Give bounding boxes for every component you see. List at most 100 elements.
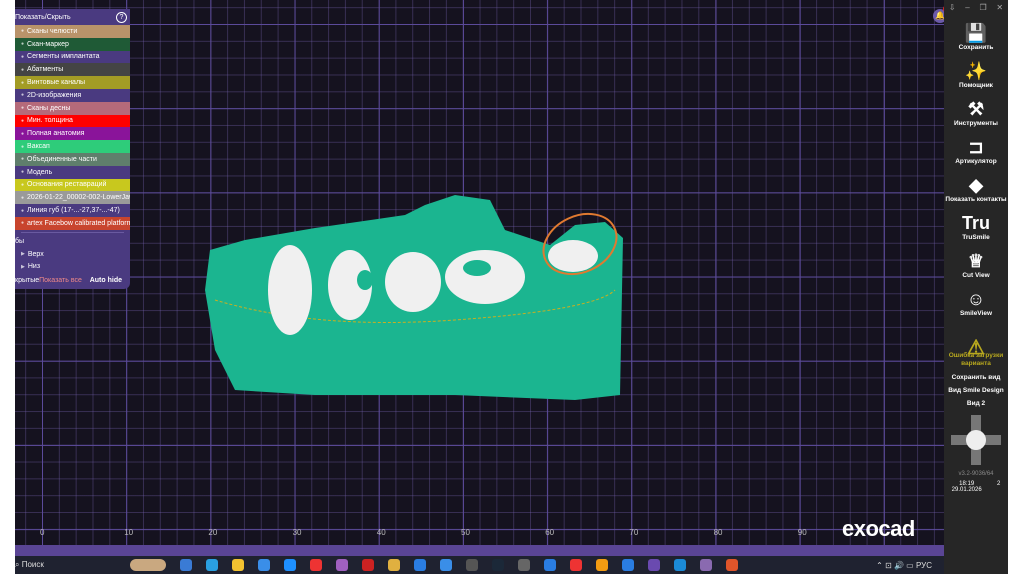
expand-icon: ● <box>21 117 25 124</box>
notification-center-icon[interactable]: 2 <box>997 481 1000 493</box>
tool-label: Показать контакты <box>945 196 1007 203</box>
ruler-label: 50 <box>461 528 470 537</box>
ruler-label: 0 <box>40 528 45 537</box>
tool-icon: ⊐ <box>968 137 984 157</box>
search-box[interactable]: ⌕ Поиск <box>15 560 123 570</box>
layer-toggle[interactable]: ● Линия губ (17-...-27,37-...-47) <box>15 204 130 217</box>
expand-icon: ● <box>21 41 25 48</box>
layer-toggle[interactable]: ● Вакcап <box>15 140 130 153</box>
system-tray[interactable]: ⌃ ⊡ 🔊 ▭ РУС <box>876 561 932 570</box>
tool-button[interactable]: Tru TruSmile <box>944 212 1008 242</box>
jaw-model[interactable] <box>15 0 944 545</box>
taskbar-app-icon[interactable] <box>622 559 634 571</box>
expand-icon: ● <box>21 53 25 60</box>
ruler-band <box>15 545 944 556</box>
show-all-link[interactable]: Показать все <box>39 277 82 284</box>
tool-button[interactable]: ♕ Cut View <box>944 250 1008 280</box>
smile-design-view-button[interactable]: Вид Smile Design <box>944 387 1008 394</box>
expand-icon: ● <box>21 207 25 214</box>
row-bottom[interactable]: ▶ Низ <box>15 261 130 274</box>
row-label: Верх <box>27 250 44 258</box>
tool-button[interactable]: 💾 Сохранить <box>944 22 1008 52</box>
tool-icon: ⚒ <box>967 99 985 119</box>
taskbar-app-icon[interactable] <box>232 559 244 571</box>
expand-icon: ● <box>21 169 25 176</box>
expand-icon: ● <box>21 156 25 163</box>
layer-toggle[interactable]: ● Сканы десны <box>15 101 130 115</box>
taskbar-app-icon[interactable] <box>414 559 426 571</box>
taskbar-app-icon[interactable] <box>336 559 348 571</box>
language-indicator[interactable]: РУС <box>916 561 932 570</box>
layer-toggle[interactable]: ● 2D-изображения <box>15 88 130 102</box>
taskbar-app-icon[interactable] <box>726 559 738 571</box>
pin-icon[interactable]: ⇩ <box>949 3 956 12</box>
layer-label: Мин. толщина <box>27 117 73 125</box>
ruler-label: 10 <box>124 528 134 537</box>
layer-toggle[interactable]: ● Мин. толщина <box>15 114 130 128</box>
taskbar-app-icon[interactable] <box>492 559 504 571</box>
taskbar-app-icon[interactable] <box>310 559 322 571</box>
layer-label: Модель <box>27 168 53 176</box>
taskbar-app-icon[interactable] <box>596 559 608 571</box>
layer-label: Сканы десны <box>27 104 71 112</box>
layer-toggle[interactable]: ● Модель <box>15 165 130 179</box>
layer-toggle[interactable]: ● Винтовые каналы <box>15 76 130 89</box>
taskbar-app-icon[interactable] <box>544 559 556 571</box>
save-view-button[interactable]: Сохранить вид <box>944 374 1008 381</box>
tool-button[interactable]: ⊐ Артикулятор <box>944 136 1008 166</box>
ruler-label: 20 <box>208 528 218 537</box>
tool-button[interactable]: ⚒ Инструменты <box>944 98 1008 128</box>
taskbar-app-icon[interactable] <box>700 559 712 571</box>
ruler-label: 90 <box>797 528 807 537</box>
layer-toggle[interactable]: ● artex Facebow calibrated platform... <box>15 216 130 230</box>
taskbar-app-icon[interactable] <box>570 559 582 571</box>
tool-button[interactable]: ✨ Помощник <box>944 60 1008 90</box>
tool-label: SmileView <box>959 310 993 317</box>
view-orientation-widget[interactable] <box>951 415 1001 465</box>
layer-label: Сегменты имплантата <box>27 53 100 61</box>
taskbar-app-icon[interactable] <box>206 559 218 571</box>
taskbar-app-icon[interactable] <box>466 559 478 571</box>
taskbar-app-icon[interactable] <box>362 559 374 571</box>
layer-toggle[interactable]: ● Полная анатомия <box>15 127 130 141</box>
taskbar-app-icon[interactable] <box>674 559 686 571</box>
layer-label: 2D-изображения <box>27 91 82 99</box>
widget-icon[interactable] <box>130 559 166 571</box>
tool-label: Сохранить <box>958 44 994 51</box>
tool-icon: ♕ <box>967 251 985 271</box>
expand-icon: ● <box>21 181 25 188</box>
ruler-label: 80 <box>713 528 723 537</box>
restore-button[interactable]: ❐ <box>979 3 986 12</box>
tool-button[interactable]: ☺ SmileView <box>944 288 1008 318</box>
expand-icon: ● <box>21 105 25 112</box>
taskbar-app-icon[interactable] <box>648 559 660 571</box>
row-top[interactable]: ▶ Верх <box>15 248 130 261</box>
tool-button[interactable]: ◆ Показать контакты <box>944 174 1008 204</box>
taskbar-app-icon[interactable] <box>518 559 530 571</box>
layer-label: Вакcап <box>27 143 50 151</box>
show-hide-panel: Показать/Скрыть? ● Сканы челюсти ● Скан-мар… <box>15 9 130 289</box>
load-error-warning[interactable]: ⚠ Ошибка загрузки варианта <box>944 338 1008 368</box>
layer-toggle[interactable]: ● Сканы челюсти <box>15 25 130 38</box>
layer-toggle[interactable]: ● Абатменты <box>15 63 130 77</box>
layer-toggle[interactable]: ● Скан-маркер <box>15 37 130 51</box>
tool-icon: ✨ <box>964 61 988 81</box>
taskbar-app-icon[interactable] <box>388 559 400 571</box>
layer-label: artex Facebow calibrated platform... <box>27 219 130 227</box>
taskbar-app-icon[interactable] <box>440 559 452 571</box>
layer-toggle[interactable]: ● 2026-01-22_00002-002-LowerJaw... <box>15 191 130 205</box>
layer-toggle[interactable]: ● Основания реставраций <box>15 178 130 192</box>
row-label: Низ <box>27 263 41 271</box>
auto-hide-button[interactable]: Auto hide <box>90 277 122 284</box>
view2-button[interactable]: Вид 2 <box>944 400 1008 407</box>
3d-viewport[interactable]: 🔔7 exocad <box>15 0 951 545</box>
layer-toggle[interactable]: ● Сегменты имплантата <box>15 50 130 64</box>
taskbar-app-icon[interactable] <box>258 559 270 571</box>
help-icon[interactable]: ? <box>116 11 127 23</box>
taskbar-app-icon[interactable] <box>284 559 296 571</box>
close-button[interactable]: ✕ <box>996 3 1003 12</box>
layer-toggle[interactable]: ● Объединенные части <box>15 152 130 166</box>
minimize-button[interactable]: – <box>965 3 969 12</box>
tool-icon: 💾 <box>964 23 988 43</box>
taskbar-app-icon[interactable] <box>180 559 192 571</box>
